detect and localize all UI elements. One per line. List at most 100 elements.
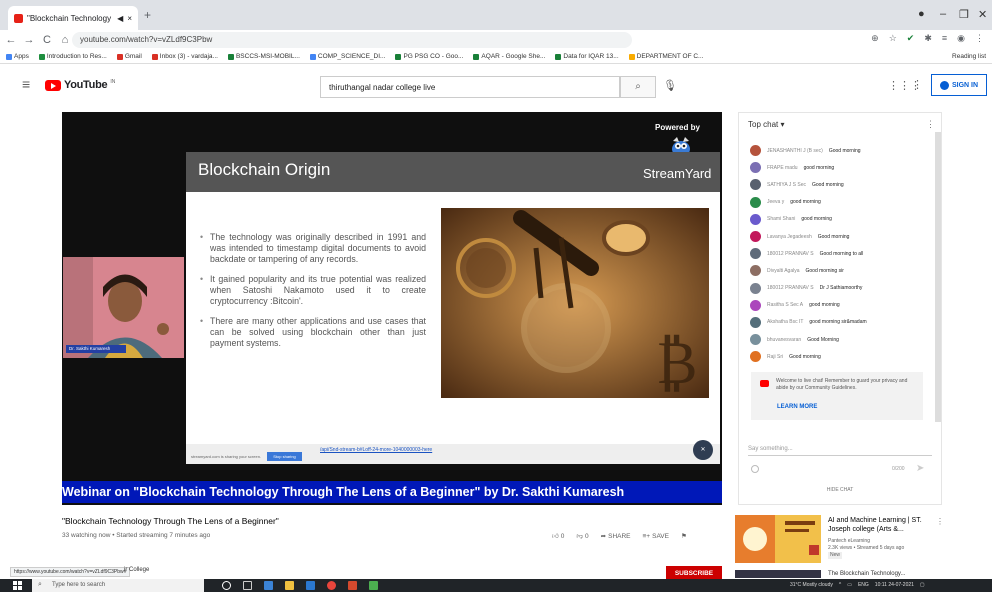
- search-button[interactable]: ⌕: [620, 76, 656, 98]
- reading-list-icon[interactable]: ≡: [942, 33, 947, 44]
- minimize-button[interactable]: –: [940, 8, 946, 20]
- chat-avatar[interactable]: [750, 231, 761, 243]
- chat-avatar[interactable]: [750, 162, 761, 174]
- stop-sharing-button[interactable]: Stop sharing: [267, 452, 302, 461]
- bookmark-item[interactable]: COMP_SCIENCE_DI...: [309, 53, 385, 60]
- app2-icon[interactable]: [369, 581, 378, 590]
- account-icon[interactable]: ◉: [957, 33, 965, 44]
- chat-author[interactable]: Jeeva y: [767, 199, 784, 205]
- weather-widget[interactable]: 31°C Mostly cloudy: [790, 582, 833, 588]
- hide-chat-button[interactable]: HIDE CHAT: [738, 487, 942, 493]
- profile-icon[interactable]: ●: [918, 8, 925, 20]
- new-tab-button[interactable]: +: [144, 8, 151, 22]
- chat-author[interactable]: Rasitha S Sec A: [767, 302, 803, 308]
- bookmark-item[interactable]: Inbox (3) - vardaja...: [151, 53, 218, 60]
- puzzle-icon[interactable]: ✱: [924, 33, 932, 44]
- bookmark-item[interactable]: Gmail: [116, 53, 142, 60]
- reload-icon[interactable]: C: [40, 34, 54, 46]
- reading-list-link[interactable]: Reading list: [952, 53, 986, 60]
- search-input[interactable]: thiruthangal nadar college live: [320, 76, 620, 98]
- browser-tab[interactable]: "Blockchain Technology Thr... ◀ ×: [8, 6, 138, 30]
- chat-avatar[interactable]: [750, 282, 761, 294]
- chat-author[interactable]: Akshatha Bsc IT: [767, 319, 803, 325]
- app-icon[interactable]: [348, 581, 357, 590]
- chat-input[interactable]: Say something...: [748, 446, 793, 452]
- network-icon[interactable]: ▭: [847, 582, 852, 588]
- chat-author[interactable]: Divyalti Agalya: [767, 268, 800, 274]
- share-button[interactable]: ➦ SHARE: [601, 532, 631, 541]
- bookmark-item[interactable]: BSCCS-MSI-MOBIL...: [227, 53, 300, 60]
- settings-kebab-icon[interactable]: ⋮: [912, 78, 923, 91]
- chat-avatar[interactable]: [750, 351, 761, 363]
- store-icon[interactable]: [306, 581, 315, 590]
- back-icon[interactable]: ←: [4, 34, 18, 46]
- like-button[interactable]: 👍︎ 0: [552, 532, 564, 541]
- slide-link[interactable]: /api/Snd-stream-b#Loff-24-more-104000000…: [320, 447, 432, 453]
- youtube-logo[interactable]: YouTube IN: [45, 79, 115, 91]
- bookmark-item[interactable]: AQAR - Google She...: [473, 53, 545, 60]
- chat-scrollbar[interactable]: [935, 132, 941, 422]
- language-indicator[interactable]: ENG: [858, 582, 869, 588]
- tab-audio-icon[interactable]: ◀: [117, 14, 123, 23]
- checkmark-extension-icon[interactable]: ✔: [907, 33, 915, 44]
- dislike-button[interactable]: 👎︎ 0: [576, 532, 588, 541]
- chat-avatar[interactable]: [750, 316, 761, 328]
- clock[interactable]: 10:11 24-07-2021: [875, 582, 914, 588]
- chat-author[interactable]: 180012 PRANNAV S: [767, 285, 814, 291]
- chat-avatar[interactable]: [750, 334, 761, 346]
- channel-name[interactable]: ir College: [124, 567, 149, 573]
- suggested-video-title[interactable]: AI and Machine Learning | ST. Joseph col…: [828, 517, 932, 534]
- chat-author[interactable]: Raji Sri: [767, 354, 783, 360]
- chat-more-icon[interactable]: ⋮: [926, 119, 935, 130]
- task-view-icon[interactable]: [243, 581, 252, 590]
- chat-author[interactable]: FRAPE madu: [767, 165, 798, 171]
- bookmark-item[interactable]: DEPARTMENT OF C...: [628, 53, 703, 60]
- bookmark-item[interactable]: Apps: [6, 53, 29, 60]
- learn-more-link[interactable]: LEARN MORE: [777, 404, 817, 410]
- chat-avatar[interactable]: [750, 248, 761, 260]
- suggested-video-thumbnail[interactable]: [735, 515, 821, 563]
- tab-close-icon[interactable]: ×: [127, 14, 132, 23]
- sign-in-button[interactable]: SIGN IN: [931, 74, 987, 96]
- windows-start-icon[interactable]: [13, 581, 22, 590]
- suggestion-more-icon[interactable]: ⋮: [936, 517, 944, 526]
- report-flag-icon[interactable]: ⚑: [681, 532, 687, 540]
- window-close-button[interactable]: ✕: [978, 8, 987, 21]
- chat-avatar[interactable]: [750, 196, 761, 208]
- chrome-icon[interactable]: [327, 581, 336, 590]
- cortana-icon[interactable]: [222, 581, 231, 590]
- next-suggested-thumbnail[interactable]: [735, 570, 821, 578]
- send-icon[interactable]: ➤: [916, 463, 924, 474]
- address-bar[interactable]: youtube.com/watch?v=vZLdf9C3Pbw: [72, 32, 632, 48]
- chat-mode-dropdown[interactable]: Top chat ▾: [748, 120, 784, 129]
- chat-author[interactable]: Shami Shani: [767, 216, 795, 222]
- bookmark-star-icon[interactable]: ☆: [889, 33, 897, 44]
- chat-avatar[interactable]: [750, 299, 761, 311]
- voice-search-icon[interactable]: 🎙︎: [663, 79, 677, 92]
- chat-author[interactable]: bhuvanesvaran: [767, 337, 801, 343]
- forward-icon[interactable]: →: [22, 34, 36, 46]
- tray-arrow-icon[interactable]: ^: [839, 582, 841, 588]
- bookmark-item[interactable]: Introduction to Res...: [38, 53, 107, 60]
- file-explorer-icon[interactable]: [285, 581, 294, 590]
- chat-author[interactable]: Lavanya Jegadeesh: [767, 234, 812, 240]
- translate-icon[interactable]: ⊕: [871, 33, 879, 44]
- chat-author[interactable]: JENASHANTHI J (B sec): [767, 148, 823, 154]
- chat-author[interactable]: SATHIYA J S Sec: [767, 182, 806, 188]
- next-suggested-title[interactable]: The Blockchain Technology...: [828, 571, 906, 577]
- save-button[interactable]: ≡+ SAVE: [643, 532, 669, 540]
- chat-avatar[interactable]: [750, 145, 761, 157]
- bookmark-item[interactable]: Data for IQAR 13...: [555, 53, 619, 60]
- edge-icon[interactable]: [264, 581, 273, 590]
- hamburger-menu-icon[interactable]: ≡: [22, 76, 30, 92]
- taskbar-search-input[interactable]: Type here to search: [32, 579, 204, 592]
- home-icon[interactable]: ⌂: [58, 34, 72, 46]
- chat-author[interactable]: 180012 PRANNAV S: [767, 251, 814, 257]
- more-icon[interactable]: ⋮: [975, 33, 984, 44]
- notification-icon[interactable]: ▢: [920, 582, 925, 588]
- chat-avatar[interactable]: [750, 265, 761, 277]
- chat-avatar[interactable]: [750, 213, 761, 225]
- bookmark-item[interactable]: PG PSG CO - Goo...: [395, 53, 463, 60]
- slide-close-button[interactable]: ✕: [693, 440, 713, 460]
- chat-avatar[interactable]: [750, 179, 761, 191]
